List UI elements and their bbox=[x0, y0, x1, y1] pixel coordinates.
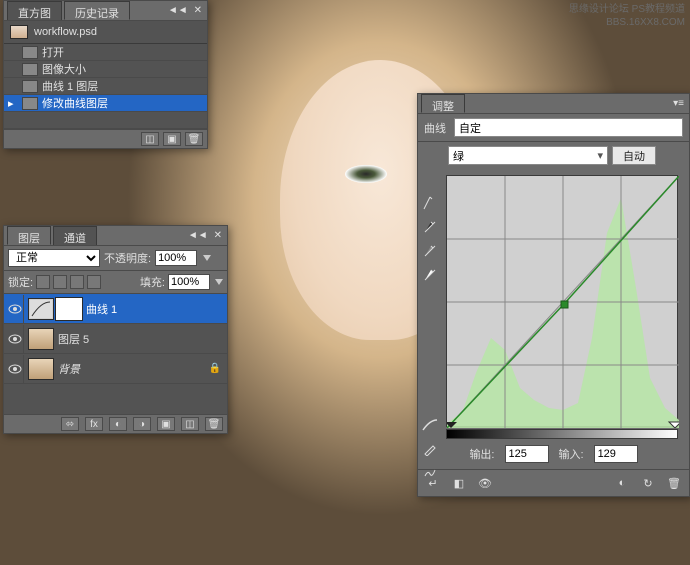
eyedropper-white-icon[interactable] bbox=[421, 266, 439, 284]
fill-slider-icon[interactable] bbox=[215, 279, 223, 285]
adjustment-icon[interactable]: ◑ bbox=[133, 417, 151, 431]
blend-mode-select[interactable]: 正常 bbox=[8, 249, 100, 267]
history-list: 打开 图像大小 曲线 1 图层 ▸ 修改曲线图层 bbox=[4, 44, 207, 129]
layer-name: 图层 5 bbox=[58, 331, 89, 347]
target-adjust-icon[interactable] bbox=[421, 194, 439, 212]
visibility-toggle[interactable] bbox=[6, 295, 24, 323]
history-panel: 直方图 历史记录 ◄◄ ✕ workflow.psd 打开 图像大小 曲线 1 … bbox=[3, 0, 208, 149]
layer-row-background[interactable]: 背景 🔒 bbox=[4, 354, 227, 384]
input-value-input[interactable] bbox=[594, 445, 638, 463]
snapshot-row[interactable]: workflow.psd bbox=[4, 21, 207, 44]
group-icon[interactable]: ▣ bbox=[157, 417, 175, 431]
collapse-icon[interactable]: ◄◄ bbox=[166, 5, 190, 16]
curves-chart[interactable] bbox=[446, 175, 678, 427]
opacity-slider-icon[interactable] bbox=[203, 255, 211, 261]
pencil-mode-icon[interactable] bbox=[421, 440, 439, 458]
close-icon[interactable]: ✕ bbox=[192, 5, 204, 16]
layer-row[interactable]: 图层 5 bbox=[4, 324, 227, 354]
history-state[interactable]: 打开 bbox=[4, 44, 207, 61]
trash-icon[interactable]: 🗑 bbox=[205, 417, 223, 431]
eye-icon bbox=[8, 334, 22, 344]
tab-histogram[interactable]: 直方图 bbox=[7, 1, 62, 20]
snapshot-thumb bbox=[10, 25, 28, 39]
link-layers-icon[interactable]: ⬄ bbox=[61, 417, 79, 431]
collapse-icon[interactable]: ◄◄ bbox=[186, 230, 210, 241]
layer-name: 曲线 1 bbox=[86, 301, 117, 317]
control-point[interactable] bbox=[561, 301, 568, 308]
snapshot-name: workflow.psd bbox=[34, 26, 97, 38]
channel-select[interactable]: 绿 ▾ bbox=[448, 146, 608, 165]
trash-icon[interactable]: 🗑 bbox=[185, 132, 203, 146]
tab-channels[interactable]: 通道 bbox=[53, 226, 97, 245]
clip-icon[interactable]: ◧ bbox=[450, 474, 468, 492]
previous-state-icon[interactable]: ◐ bbox=[613, 474, 631, 492]
panel-menu-icon[interactable]: ▾≡ bbox=[671, 98, 686, 109]
lock-all-icon[interactable] bbox=[87, 275, 101, 289]
eyedropper-black-icon[interactable] bbox=[421, 218, 439, 236]
background-eye bbox=[345, 165, 387, 183]
fill-label: 填充: bbox=[140, 274, 165, 290]
close-icon[interactable]: ✕ bbox=[212, 230, 224, 241]
watermark: 思缘设计论坛 PS教程频道 BBS.16XX8.COM bbox=[569, 3, 685, 29]
trash-icon[interactable]: 🗑 bbox=[665, 474, 683, 492]
new-snapshot-icon[interactable]: ◫ bbox=[141, 132, 159, 146]
lock-label: 锁定: bbox=[8, 274, 33, 290]
adjustment-type-label: 曲线 bbox=[424, 120, 446, 136]
auto-button[interactable]: 自动 bbox=[612, 146, 656, 165]
layers-list: 曲线 1 图层 5 背景 🔒 bbox=[4, 294, 227, 414]
layer-row-curves[interactable]: 曲线 1 bbox=[4, 294, 227, 324]
curves-adjustment-thumb bbox=[28, 298, 54, 320]
mask-icon[interactable]: ◐ bbox=[109, 417, 127, 431]
history-state[interactable]: 曲线 1 图层 bbox=[4, 78, 207, 95]
reset-icon[interactable]: ↻ bbox=[639, 474, 657, 492]
eye-icon bbox=[8, 364, 22, 374]
smooth-icon[interactable] bbox=[421, 464, 439, 482]
history-empty-row bbox=[4, 112, 207, 129]
fx-icon[interactable]: fx bbox=[85, 417, 103, 431]
fill-input[interactable] bbox=[168, 274, 210, 290]
eyedropper-gray-icon[interactable] bbox=[421, 242, 439, 260]
new-layer-icon[interactable]: ◫ bbox=[181, 417, 199, 431]
history-state[interactable]: 图像大小 bbox=[4, 61, 207, 78]
opacity-label: 不透明度: bbox=[104, 250, 151, 266]
input-gradient bbox=[446, 429, 678, 439]
output-label: 输出: bbox=[469, 446, 494, 462]
input-label: 输入: bbox=[559, 446, 584, 462]
lock-transparent-icon[interactable] bbox=[36, 275, 50, 289]
curve-mode-icon[interactable] bbox=[421, 416, 439, 434]
visibility-toggle[interactable] bbox=[6, 355, 24, 383]
new-doc-icon[interactable]: ▣ bbox=[163, 132, 181, 146]
output-input[interactable] bbox=[505, 445, 549, 463]
lock-icon: 🔒 bbox=[209, 363, 221, 374]
tab-layers[interactable]: 图层 bbox=[7, 226, 51, 245]
lock-pixels-icon[interactable] bbox=[53, 275, 67, 289]
tab-adjustments[interactable]: 调整 bbox=[421, 94, 465, 113]
history-state-current[interactable]: ▸ 修改曲线图层 bbox=[4, 95, 207, 112]
layer-mask-thumb[interactable] bbox=[56, 298, 82, 320]
opacity-input[interactable] bbox=[155, 250, 197, 266]
layer-thumb bbox=[28, 358, 54, 380]
visibility-icon[interactable]: 👁 bbox=[476, 474, 494, 492]
tab-history[interactable]: 历史记录 bbox=[64, 1, 130, 20]
visibility-toggle[interactable] bbox=[6, 325, 24, 353]
eye-icon bbox=[8, 304, 22, 314]
layers-panel: 图层 通道 ◄◄ ✕ 正常 不透明度: 锁定: 填充: bbox=[3, 225, 228, 434]
preset-select[interactable]: 自定 bbox=[454, 118, 683, 137]
lock-position-icon[interactable] bbox=[70, 275, 84, 289]
layer-name: 背景 bbox=[58, 361, 80, 377]
layer-thumb bbox=[28, 328, 54, 350]
adjustments-panel: 调整 ▾≡ 曲线 自定 bbox=[417, 93, 690, 497]
